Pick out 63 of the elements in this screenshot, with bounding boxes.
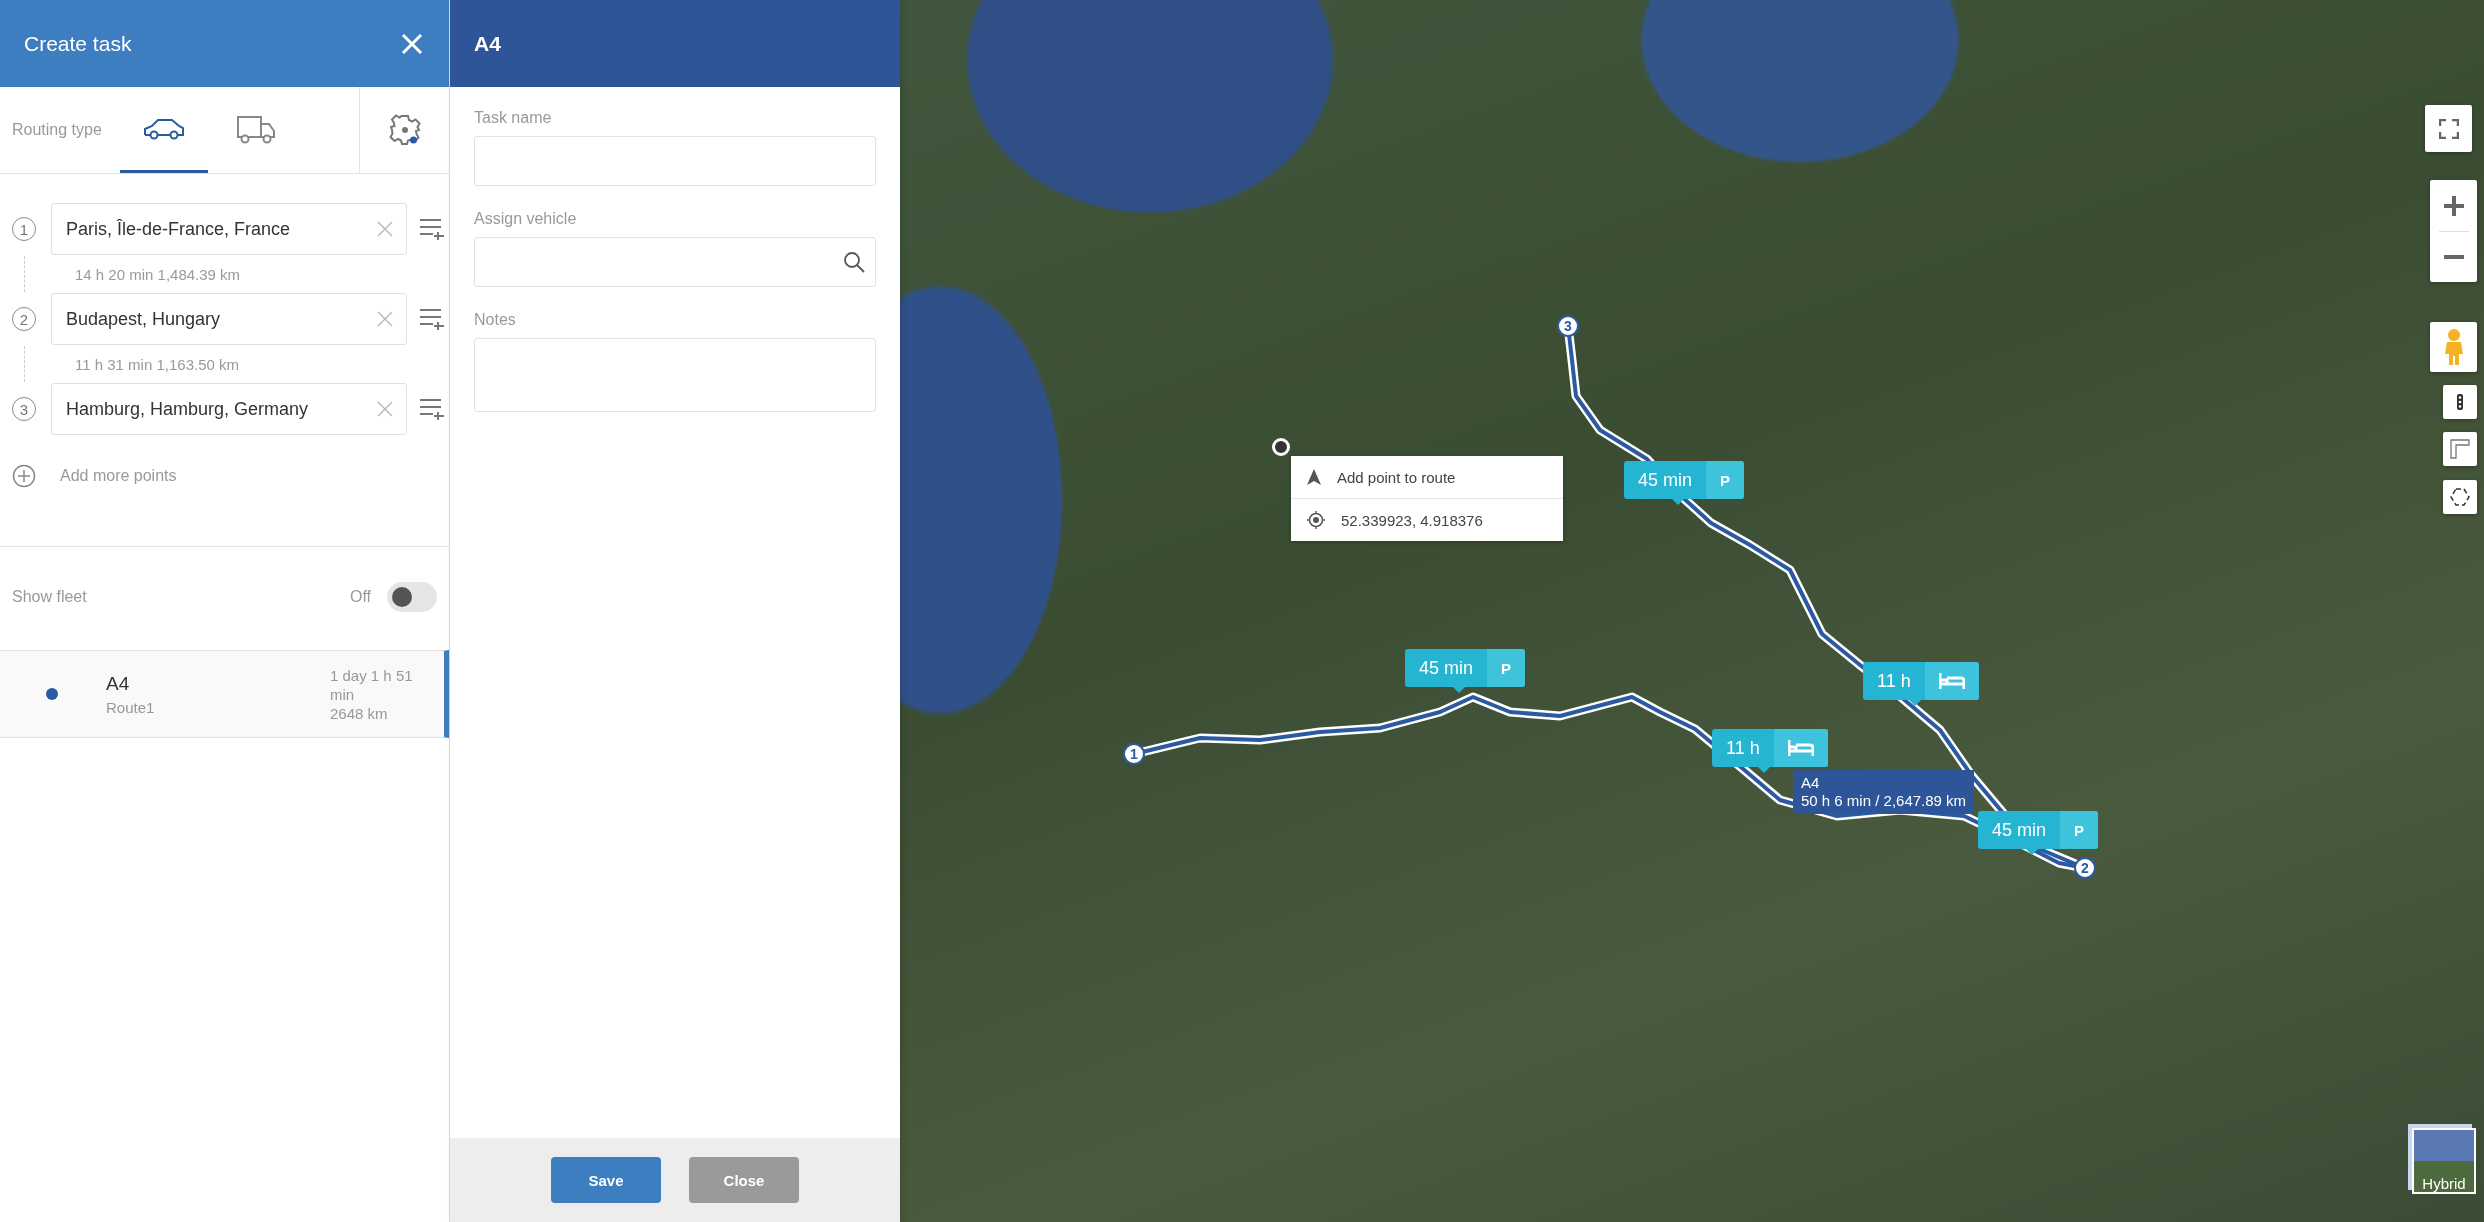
list-add-icon[interactable] <box>419 307 445 331</box>
measure-button[interactable] <box>2443 432 2477 466</box>
parking-label: P <box>1706 461 1745 499</box>
stop-duration: 45 min <box>1991 818 2048 842</box>
fullscreen-button[interactable] <box>2425 105 2472 152</box>
waypoint-value: Hamburg, Hamburg, Germany <box>66 398 309 420</box>
stop-duration: 11 h <box>1876 669 1912 693</box>
show-fleet-label: Show fleet <box>12 588 87 606</box>
vehicle-search-field[interactable] <box>474 237 876 287</box>
waypoint-field[interactable]: Hamburg, Hamburg, Germany <box>51 383 407 435</box>
notes-field[interactable] <box>474 338 876 412</box>
list-add-icon[interactable] <box>419 397 445 421</box>
context-menu-item[interactable]: Add point to route <box>1291 456 1563 499</box>
crosshair-icon <box>1307 511 1325 529</box>
bed-icon <box>1938 673 1965 689</box>
route-list-item[interactable]: A4 Route1 1 day 1 h 51 min 2648 km <box>0 650 449 738</box>
ruler-icon <box>2450 439 2470 459</box>
route-name: A4 <box>106 672 131 695</box>
stop-duration: 45 min <box>1418 656 1475 680</box>
draw-area-button[interactable] <box>2443 480 2477 514</box>
field-label: Assign vehicle <box>474 210 578 228</box>
traffic-button[interactable] <box>2443 385 2477 419</box>
car-icon <box>142 116 186 141</box>
waypoint-value: Paris, Île-de-France, France <box>66 218 291 240</box>
fullscreen-icon <box>2438 118 2459 139</box>
stop-duration: 11 h <box>1725 736 1761 760</box>
waypoint-field[interactable]: Budapest, Hungary <box>51 293 407 345</box>
search-icon[interactable] <box>843 251 865 273</box>
bed-icon <box>1787 740 1814 756</box>
waypoint-value: Budapest, Hungary <box>66 308 221 330</box>
routing-type-label: Routing type <box>12 121 103 139</box>
route-label-summary: 50 h 6 min / 2,647.89 km <box>1801 792 1967 810</box>
list-add-icon[interactable] <box>419 217 445 241</box>
route-distance: 2648 km <box>330 703 389 723</box>
route-label-name: A4 <box>1801 774 1821 792</box>
traffic-light-icon <box>2455 394 2465 410</box>
save-button[interactable]: Save <box>551 1157 661 1203</box>
route-subtitle: Route1 <box>106 698 156 716</box>
task-title: A4 <box>474 31 501 56</box>
satellite-map[interactable] <box>900 0 2484 1222</box>
segment-summary: 14 h 20 min 1,484.39 km <box>75 265 241 283</box>
pegman-icon <box>2442 328 2465 366</box>
waypoint-field[interactable]: Paris, Île-de-France, France <box>51 203 407 255</box>
route-duration: 1 day 1 h 51 min <box>330 665 414 704</box>
add-circle-icon[interactable] <box>12 464 36 488</box>
minus-icon <box>2443 254 2464 259</box>
parking-label: P <box>2060 811 2099 849</box>
close-icon[interactable] <box>401 32 423 55</box>
text-input-field[interactable] <box>474 136 876 186</box>
plus-icon <box>2443 195 2464 216</box>
panel-title: Create task <box>24 31 132 56</box>
stop-duration: 45 min <box>1637 468 1694 492</box>
settings-icon[interactable] <box>387 113 422 147</box>
field-label: Task name <box>474 109 553 127</box>
context-menu-item[interactable]: 52.339923, 4.918376 <box>1291 499 1563 541</box>
parking-label: P <box>1487 649 1526 687</box>
segment-summary: 11 h 31 min 1,163.50 km <box>75 355 239 373</box>
show-fleet-toggle[interactable] <box>387 582 437 612</box>
navigation-arrow-icon <box>1307 469 1321 485</box>
truck-icon <box>236 113 276 144</box>
toggle-state-label: Off <box>349 588 371 606</box>
field-label: Notes <box>474 311 517 329</box>
polygon-icon <box>2450 488 2470 506</box>
